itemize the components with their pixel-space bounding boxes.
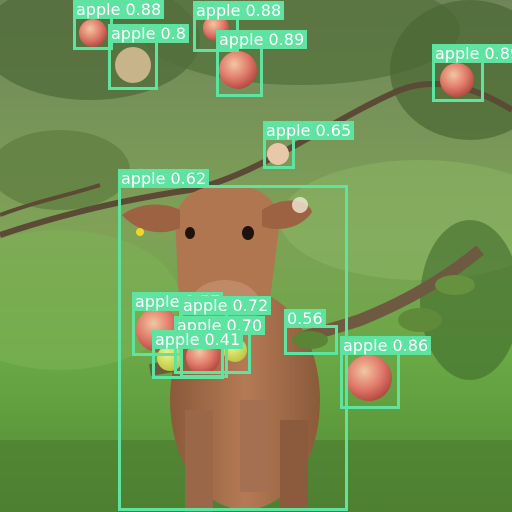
detection-scene: apple 0.88 apple 0.88 apple 0.89 apple 0… [0, 0, 512, 512]
detection-label: apple 0.41 [152, 330, 244, 349]
detection-label: 0.56 [284, 309, 326, 328]
detection-label: apple 0.65 [263, 121, 355, 140]
detection-label: apple 0.72 [180, 296, 272, 315]
detection-label: apple 0.86 [340, 336, 432, 355]
detection-label: apple 0.8 [108, 24, 189, 43]
detection-label: apple 0.89 [216, 30, 308, 49]
detection-box-apple: apple 0.86 [340, 336, 432, 409]
detection-label: apple 0.62 [118, 169, 210, 188]
detection-label: apple 0.88 [193, 1, 285, 20]
detection-label: apple 0.88 [73, 0, 165, 19]
detection-box-apple: apple 0.89 [432, 44, 512, 102]
detection-box-apple: apple 0.41 [152, 330, 244, 379]
detection-box-apple: apple 0.8 [108, 24, 189, 90]
detection-label: apple 0.89 [432, 44, 512, 63]
detection-box-apple: 0.56 [284, 309, 338, 355]
detection-box-apple: apple 0.88 [73, 0, 165, 50]
detection-box-apple: apple 0.65 [263, 121, 355, 169]
detection-box-apple: apple 0.89 [216, 30, 308, 97]
